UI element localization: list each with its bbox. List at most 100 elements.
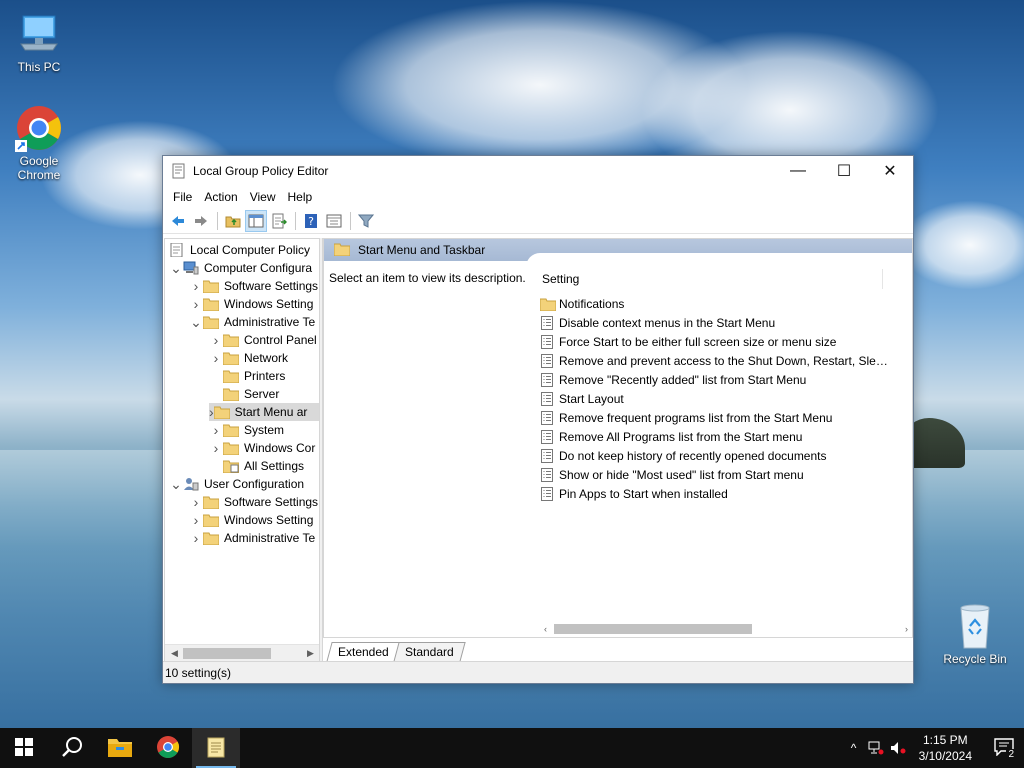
list-item[interactable]: Start Layout Not — [538, 389, 912, 408]
menu-action[interactable]: Action — [198, 186, 243, 208]
setting-name: Disable context menus in the Start Menu — [559, 315, 776, 330]
setting-state: Not — [912, 430, 913, 444]
chevron-up-icon[interactable]: ^ — [843, 728, 865, 768]
notification-count: 2 — [1006, 749, 1016, 760]
desktop-icon-this-pc[interactable]: This PC — [4, 10, 74, 74]
show-hide-tree-icon[interactable] — [245, 209, 267, 232]
setting-name: Remove frequent programs list from the S… — [559, 410, 833, 425]
tree-item[interactable]: ⌄ Administrative Te — [189, 313, 315, 331]
start-button[interactable] — [0, 728, 48, 768]
forward-icon[interactable] — [190, 210, 212, 232]
main-area: Local Computer Policy ⌄ Computer Configura… — [163, 236, 913, 662]
list-item[interactable]: Remove "Recently added" list from Start … — [538, 370, 912, 389]
tree-scroll-thumb[interactable] — [183, 648, 271, 659]
collapse-chevron-icon[interactable]: ⌄ — [169, 475, 183, 493]
list-item[interactable]: Show or hide "Most used" list from Start… — [538, 465, 912, 484]
folder-icon — [202, 495, 220, 510]
folder-icon — [202, 279, 220, 294]
settings-list: Setting Notifications Disable context men… — [538, 261, 912, 637]
tree-item-label: Administrative Te — [224, 315, 316, 329]
list-item[interactable]: Remove and prevent access to the Shut Do… — [538, 351, 912, 370]
chrome-taskbar-button[interactable] — [144, 728, 192, 768]
column-header-setting[interactable]: Setting — [538, 269, 883, 289]
taskbar: ^ 1:15 PM 3/10/2024 2 — [0, 728, 1024, 768]
list-horizontal-scrollbar[interactable]: ‹ › — [538, 620, 912, 637]
clock[interactable]: 1:15 PM 3/10/2024 — [909, 732, 984, 764]
search-button[interactable] — [48, 728, 96, 768]
export-list-icon[interactable] — [268, 210, 290, 232]
list-scroll-thumb[interactable] — [554, 624, 752, 634]
tree-item[interactable]: ⌄ User Configuration — [169, 475, 304, 493]
volume-muted-icon[interactable] — [887, 728, 909, 768]
expand-chevron-icon[interactable]: › — [209, 331, 223, 349]
network-icon[interactable] — [865, 728, 887, 768]
help-icon[interactable]: ? — [300, 210, 322, 232]
tree-item[interactable]: › Control Panel — [209, 331, 317, 349]
expand-chevron-icon[interactable]: › — [209, 439, 223, 457]
computer-icon — [183, 261, 199, 275]
tree-horizontal-scrollbar[interactable]: ◀ ▶ — [165, 644, 319, 661]
policy-tree: Local Computer Policy ⌄ Computer Configura… — [164, 238, 319, 662]
tree-item-label: Software Settings — [224, 279, 319, 293]
properties-view-icon[interactable] — [323, 210, 345, 232]
menu-help[interactable]: Help — [282, 186, 319, 208]
list-item[interactable]: Do not keep history of recently opened d… — [538, 446, 912, 465]
setting-state: Not — [912, 316, 913, 330]
maximize-button[interactable]: ☐ — [821, 156, 867, 186]
collapse-chevron-icon[interactable]: ⌄ — [189, 313, 203, 331]
expand-chevron-icon[interactable]: › — [189, 277, 203, 295]
pane-header-title: Start Menu and Taskbar — [358, 243, 486, 257]
expand-chevron-icon[interactable]: › — [209, 421, 223, 439]
tree-item[interactable]: › Administrative Te — [189, 529, 316, 547]
tree-item[interactable]: › Windows Cor — [209, 439, 316, 457]
policy-icon — [169, 242, 185, 258]
list-item[interactable]: Remove frequent programs list from the S… — [538, 408, 912, 427]
scroll-right-icon[interactable]: ▶ — [303, 646, 318, 661]
tree-item[interactable]: Printers — [209, 367, 285, 385]
title-bar[interactable]: Local Group Policy Editor — ☐ ✕ — [163, 156, 913, 186]
tree-item[interactable]: › Software Settings — [189, 493, 318, 511]
tab-standard[interactable]: Standard — [393, 642, 466, 662]
policy-editor-taskbar-button[interactable] — [192, 728, 240, 768]
list-item[interactable]: Force Start to be either full screen siz… — [538, 332, 912, 351]
expand-chevron-icon[interactable]: › — [189, 511, 203, 529]
file-explorer-button[interactable] — [96, 728, 144, 768]
filter-icon[interactable] — [355, 210, 377, 232]
action-center-button[interactable]: 2 — [984, 728, 1024, 768]
up-folder-icon[interactable] — [222, 210, 244, 232]
list-item[interactable]: Disable context menus in the Start Menu N… — [538, 313, 913, 332]
column-header-state[interactable] — [883, 269, 891, 289]
tab-extended[interactable]: Extended — [326, 642, 401, 662]
tree-item[interactable]: › Software Settings — [189, 277, 318, 295]
expand-chevron-icon[interactable]: › — [189, 493, 203, 511]
scroll-left-icon[interactable]: ◀ — [167, 646, 182, 661]
setting-icon — [540, 429, 556, 444]
tree-item[interactable]: All Settings — [209, 457, 304, 475]
list-item[interactable]: Pin Apps to Start when installed Not — [538, 484, 912, 503]
tree-item[interactable]: ⌄ Computer Configura — [169, 259, 312, 277]
expand-chevron-icon[interactable]: › — [189, 295, 203, 313]
menu-file[interactable]: File — [167, 186, 198, 208]
scroll-right-icon[interactable]: › — [899, 621, 912, 636]
close-button[interactable]: ✕ — [867, 156, 913, 186]
tree-item[interactable]: › Windows Setting — [189, 295, 314, 313]
tree-item[interactable]: Server — [209, 385, 279, 403]
scroll-left-icon[interactable]: ‹ — [538, 621, 553, 636]
setting-name: Force Start to be either full screen siz… — [559, 334, 837, 349]
desktop-icon-chrome[interactable]: Google Chrome — [4, 104, 74, 182]
menu-view[interactable]: View — [244, 186, 282, 208]
expand-chevron-icon[interactable]: › — [209, 349, 223, 367]
tree-item[interactable]: Local Computer Policy — [169, 241, 310, 259]
collapse-chevron-icon[interactable]: ⌄ — [169, 259, 183, 277]
tree-item[interactable]: › System — [209, 421, 284, 439]
list-item[interactable]: Notifications — [538, 294, 912, 313]
expand-chevron-icon[interactable]: › — [189, 529, 203, 547]
tree-item[interactable]: › Windows Setting — [189, 511, 314, 529]
minimize-button[interactable]: — — [775, 156, 821, 186]
tree-item[interactable]: › Start Menu ar — [209, 403, 319, 421]
back-icon[interactable] — [167, 210, 189, 232]
list-item[interactable]: Remove All Programs list from the Start … — [538, 427, 913, 446]
tree-item[interactable]: › Network — [209, 349, 288, 367]
desktop-icon-recycle-bin[interactable]: Recycle Bin — [940, 602, 1010, 666]
